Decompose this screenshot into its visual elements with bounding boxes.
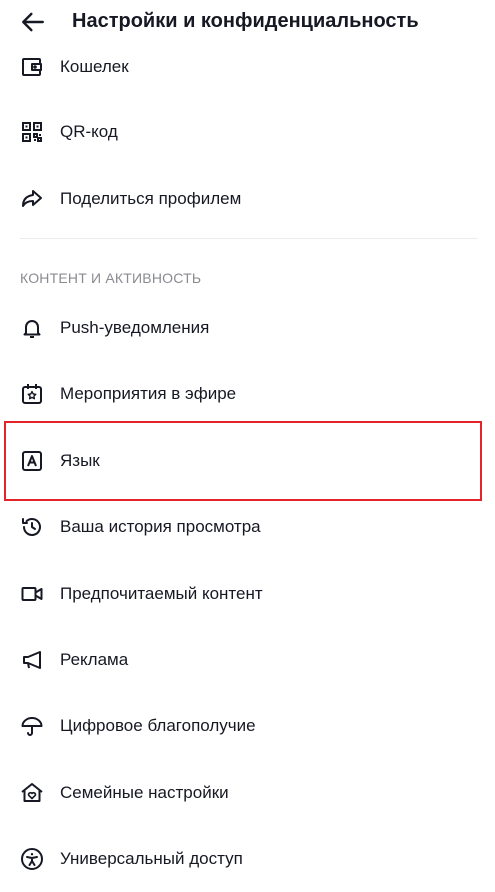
menu-item-share-profile[interactable]: Поделиться профилем bbox=[0, 171, 495, 227]
header-bar: Настройки и конфиденциальность bbox=[0, 0, 495, 44]
megaphone-icon bbox=[18, 646, 46, 674]
menu-item-label: Язык bbox=[60, 451, 100, 470]
section-title: КОНТЕНТ И АКТИВНОСТЬ bbox=[20, 270, 202, 286]
menu-item-qr-code[interactable]: QR-код bbox=[0, 104, 495, 160]
menu-item-wallet[interactable]: Кошелек bbox=[0, 39, 495, 95]
menu-item-label: Реклама bbox=[60, 650, 129, 669]
menu-item-label: Семейные настройки bbox=[60, 783, 229, 802]
video-camera-icon bbox=[18, 580, 46, 608]
menu-item-live-events[interactable]: Мероприятия в эфире bbox=[0, 366, 495, 422]
menu-item-label: Push-уведомления bbox=[60, 318, 210, 337]
menu-item-ads[interactable]: Реклама bbox=[0, 632, 495, 688]
menu-item-push-notifications[interactable]: Push-уведомления bbox=[0, 300, 495, 356]
bell-icon bbox=[18, 314, 46, 342]
umbrella-icon bbox=[18, 712, 46, 740]
arrow-left-icon bbox=[20, 9, 46, 35]
menu-item-accessibility[interactable]: Универсальный доступ bbox=[0, 831, 495, 887]
page-title: Настройки и конфиденциальность bbox=[72, 10, 419, 32]
menu-item-watch-history[interactable]: Ваша история просмотра bbox=[0, 499, 495, 555]
menu-item-language[interactable]: Язык bbox=[0, 433, 495, 489]
history-icon bbox=[18, 513, 46, 541]
qr-code-icon bbox=[18, 118, 46, 146]
menu-item-label: Предпочитаемый контент bbox=[60, 584, 263, 603]
menu-item-label: Кошелек bbox=[60, 57, 129, 76]
menu-item-digital-wellbeing[interactable]: Цифровое благополучие bbox=[0, 698, 495, 754]
menu-item-label: QR-код bbox=[60, 122, 118, 141]
menu-item-label: Универсальный доступ bbox=[60, 849, 243, 868]
back-button[interactable] bbox=[16, 6, 50, 38]
calendar-star-icon bbox=[18, 380, 46, 408]
family-home-icon bbox=[18, 779, 46, 807]
menu-item-label: Поделиться профилем bbox=[60, 189, 242, 208]
wallet-icon bbox=[18, 53, 46, 81]
menu-item-label: Мероприятия в эфире bbox=[60, 384, 237, 403]
section-divider bbox=[20, 238, 478, 239]
menu-item-label: Ваша история просмотра bbox=[60, 517, 261, 536]
menu-item-label: Цифровое благополучие bbox=[60, 716, 256, 735]
language-icon bbox=[18, 447, 46, 475]
share-icon bbox=[18, 185, 46, 213]
accessibility-icon bbox=[18, 845, 46, 873]
menu-item-family-pairing[interactable]: Семейные настройки bbox=[0, 765, 495, 821]
menu-item-content-preferences[interactable]: Предпочитаемый контент bbox=[0, 566, 495, 622]
